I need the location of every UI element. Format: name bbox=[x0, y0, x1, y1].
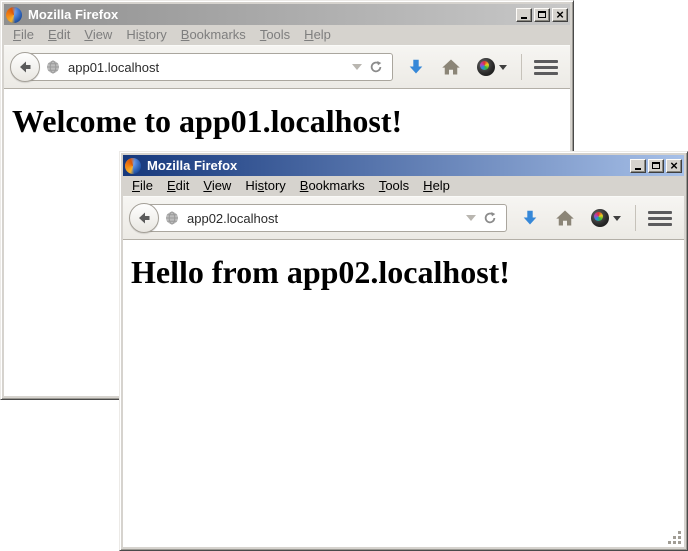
url-text: app02.localhost bbox=[187, 211, 278, 226]
back-button[interactable] bbox=[10, 52, 40, 82]
back-button[interactable] bbox=[129, 203, 159, 233]
site-identity-globe-icon bbox=[45, 59, 61, 75]
minimize-icon bbox=[521, 17, 527, 19]
close-button[interactable]: × bbox=[666, 159, 682, 173]
addon-dropdown-caret-icon bbox=[499, 65, 507, 70]
menu-item-file[interactable]: File bbox=[125, 176, 160, 196]
resize-grip[interactable] bbox=[667, 530, 682, 545]
navigation-toolbar: app01.localhost bbox=[4, 45, 570, 89]
menu-item-history[interactable]: History bbox=[119, 25, 173, 45]
menu-item-help[interactable]: Help bbox=[297, 25, 338, 45]
firefox-window-app02: Mozilla Firefox × FileEditViewHistoryBoo… bbox=[119, 151, 688, 551]
menu-bar: FileEditViewHistoryBookmarksToolsHelp bbox=[4, 25, 570, 45]
menu-item-help[interactable]: Help bbox=[416, 176, 457, 196]
download-button[interactable] bbox=[521, 209, 539, 227]
minimize-button[interactable] bbox=[630, 159, 646, 173]
window-controls: × bbox=[516, 8, 568, 22]
menu-bar: FileEditViewHistoryBookmarksToolsHelp bbox=[123, 176, 684, 196]
menu-item-view[interactable]: View bbox=[77, 25, 119, 45]
close-icon: × bbox=[556, 8, 564, 21]
window-controls: × bbox=[630, 159, 682, 173]
menu-item-history[interactable]: History bbox=[238, 176, 292, 196]
menu-item-edit[interactable]: Edit bbox=[41, 25, 77, 45]
menu-panel-button[interactable] bbox=[534, 60, 558, 75]
menu-item-bookmarks[interactable]: Bookmarks bbox=[293, 176, 372, 196]
maximize-button[interactable] bbox=[534, 8, 550, 22]
maximize-button[interactable] bbox=[648, 159, 664, 173]
window-title: Mozilla Firefox bbox=[145, 158, 626, 173]
navigation-toolbar: app02.localhost bbox=[123, 196, 684, 240]
menu-item-bookmarks[interactable]: Bookmarks bbox=[174, 25, 253, 45]
addon-button[interactable] bbox=[477, 58, 507, 76]
window-title: Mozilla Firefox bbox=[26, 7, 512, 22]
close-button[interactable]: × bbox=[552, 8, 568, 22]
maximize-icon bbox=[652, 162, 660, 169]
addon-button[interactable] bbox=[591, 209, 621, 227]
hamburger-icon bbox=[534, 60, 558, 63]
download-arrow-icon bbox=[407, 58, 425, 76]
addon-dropdown-caret-icon bbox=[613, 216, 621, 221]
toolbar-separator bbox=[635, 205, 636, 231]
menu-item-file[interactable]: File bbox=[6, 25, 41, 45]
url-bar[interactable]: app01.localhost bbox=[25, 53, 393, 81]
url-dropdown-icon[interactable] bbox=[466, 215, 476, 221]
title-bar[interactable]: Mozilla Firefox × bbox=[123, 155, 684, 176]
toolbar-separator bbox=[521, 54, 522, 80]
minimize-icon bbox=[635, 168, 641, 170]
url-dropdown-icon[interactable] bbox=[352, 64, 362, 70]
reload-icon[interactable] bbox=[483, 211, 497, 225]
home-icon bbox=[555, 209, 575, 227]
menu-panel-button[interactable] bbox=[648, 211, 672, 226]
reload-icon[interactable] bbox=[369, 60, 383, 74]
page-heading: Hello from app02.localhost! bbox=[131, 254, 684, 291]
url-text: app01.localhost bbox=[68, 60, 159, 75]
download-arrow-icon bbox=[521, 209, 539, 227]
url-bar[interactable]: app02.localhost bbox=[144, 204, 507, 232]
back-arrow-icon bbox=[136, 210, 152, 226]
menu-item-edit[interactable]: Edit bbox=[160, 176, 196, 196]
hamburger-icon bbox=[648, 211, 672, 214]
menu-item-tools[interactable]: Tools bbox=[253, 25, 297, 45]
back-arrow-icon bbox=[17, 59, 33, 75]
firefox-logo-icon bbox=[6, 7, 22, 23]
home-button[interactable] bbox=[555, 209, 575, 227]
page-heading: Welcome to app01.localhost! bbox=[12, 103, 570, 140]
menu-item-tools[interactable]: Tools bbox=[372, 176, 416, 196]
site-identity-globe-icon bbox=[164, 210, 180, 226]
addon-color-wheel-icon bbox=[477, 58, 495, 76]
addon-color-wheel-icon bbox=[591, 209, 609, 227]
download-button[interactable] bbox=[407, 58, 425, 76]
firefox-logo-icon bbox=[125, 158, 141, 174]
title-bar[interactable]: Mozilla Firefox × bbox=[4, 4, 570, 25]
menu-item-view[interactable]: View bbox=[196, 176, 238, 196]
close-icon: × bbox=[670, 159, 678, 172]
home-button[interactable] bbox=[441, 58, 461, 76]
minimize-button[interactable] bbox=[516, 8, 532, 22]
page-content: Hello from app02.localhost! bbox=[123, 240, 684, 547]
home-icon bbox=[441, 58, 461, 76]
maximize-icon bbox=[538, 11, 546, 18]
